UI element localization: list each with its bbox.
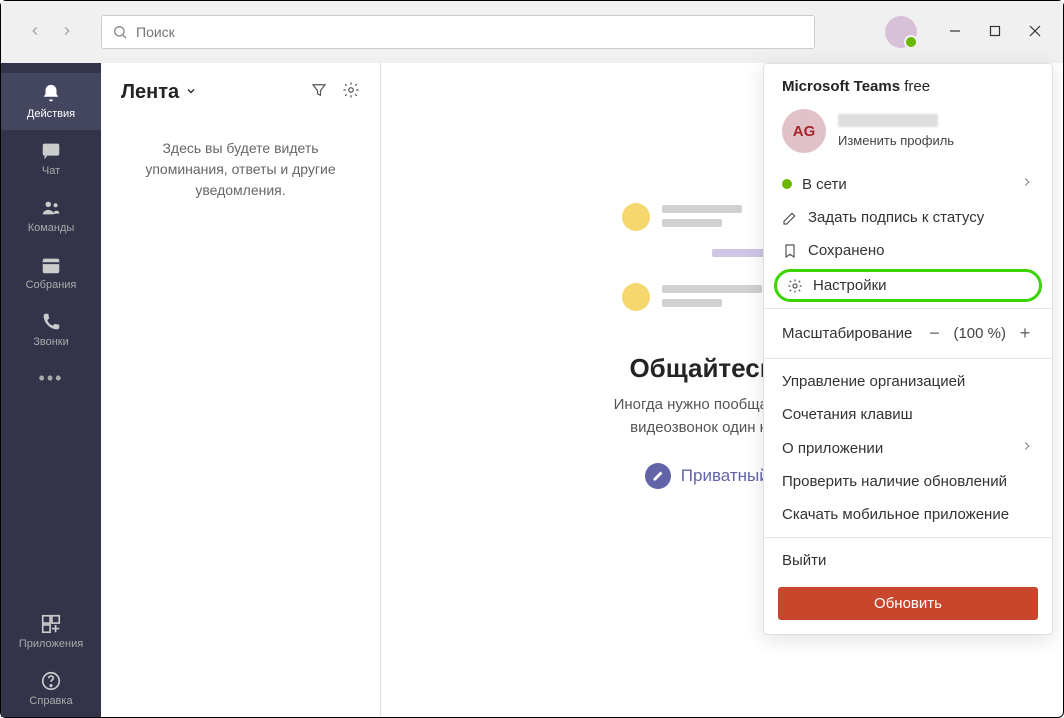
check-updates[interactable]: Проверить наличие обновлений [764,465,1052,498]
phone-icon [40,311,62,333]
bell-icon [40,83,62,105]
user-avatar-button[interactable] [885,16,917,48]
feed-title[interactable]: Лента [121,81,179,104]
presence-available-icon [782,179,792,189]
appbar-apps[interactable]: Приложения [1,603,101,660]
saved-items[interactable]: Сохранено [764,234,1052,267]
appbar-meetings[interactable]: Собрания [1,244,101,301]
feed-header: Лента [101,63,380,118]
gear-icon[interactable] [342,81,360,104]
appbar-chat[interactable]: Чат [1,130,101,187]
status-label: В сети [802,176,847,193]
nav-arrows [1,24,101,41]
appbar-label: Собрания [26,279,77,291]
search-box[interactable] [101,15,815,49]
chevron-right-icon [1020,175,1034,193]
nav-forward-icon[interactable] [60,24,74,41]
org-management[interactable]: Управление организацией [764,365,1052,398]
window-controls [937,24,1053,40]
settings-label: Настройки [813,277,887,294]
set-status-message[interactable]: Задать подпись к статусу [764,201,1052,234]
divider [764,358,1052,359]
status-online[interactable]: В сети [764,167,1052,201]
user-name-redacted [838,114,938,127]
more-icon: ••• [39,368,64,388]
saved-label: Сохранено [808,242,884,259]
feed-empty-text: Здесь вы будете видеть упоминания, ответ… [101,118,380,221]
calendar-icon [40,254,62,276]
help-icon [40,670,62,692]
apps-icon [40,613,62,635]
app-bar: Действия Чат Команды Собрания Звонки •••… [1,63,101,717]
divider [764,308,1052,309]
window-maximize-icon[interactable] [989,24,1001,40]
zoom-value: (100 %) [947,325,1012,342]
teams-icon [40,197,62,219]
feed-panel: Лента Здесь вы будете видеть упоминания,… [101,63,381,717]
appbar-calls[interactable]: Звонки [1,301,101,358]
download-mobile[interactable]: Скачать мобильное приложение [764,498,1052,531]
edit-profile-link[interactable]: Изменить профиль [838,133,954,148]
search-icon [112,24,128,40]
gear-icon [787,278,803,294]
appbar-label: Справка [29,695,72,707]
profile-dropdown: Microsoft Teams free AG Изменить профиль… [763,63,1053,635]
search-input[interactable] [136,24,804,40]
compose-icon [645,463,671,489]
settings-item[interactable]: Настройки [774,269,1042,302]
appbar-label: Действия [27,108,75,120]
bookmark-icon [782,243,798,259]
appbar-label: Чат [42,165,60,177]
keyboard-shortcuts[interactable]: Сочетания клавиш [764,398,1052,431]
window-close-icon[interactable] [1029,24,1041,40]
window-minimize-icon[interactable] [949,24,961,40]
title-bar [1,1,1063,63]
appbar-label: Звонки [33,336,69,348]
zoom-in-button[interactable]: + [1012,323,1038,344]
appbar-teams[interactable]: Команды [1,187,101,244]
zoom-label: Масштабирование [782,325,912,342]
chat-icon [40,140,62,162]
dropdown-brand: Microsoft Teams free [764,64,1052,99]
dropdown-profile-row: AG Изменить профиль [764,99,1052,167]
appbar-more[interactable]: ••• [1,358,101,399]
appbar-label: Приложения [19,638,83,650]
about-app[interactable]: О приложении [764,431,1052,465]
nav-back-icon[interactable] [28,24,42,41]
appbar-help[interactable]: Справка [1,660,101,717]
zoom-row: Масштабирование − (100 %) + [764,315,1052,352]
divider [764,537,1052,538]
sign-out[interactable]: Выйти [764,544,1052,577]
chevron-down-icon[interactable] [185,85,197,100]
appbar-label: Команды [28,222,75,234]
avatar: AG [782,109,826,153]
chevron-right-icon [1020,439,1034,457]
upgrade-button[interactable]: Обновить [778,587,1038,620]
zoom-out-button[interactable]: − [921,323,947,344]
appbar-activity[interactable]: Действия [1,73,101,130]
filter-icon[interactable] [310,81,328,104]
set-status-label: Задать подпись к статусу [808,209,984,226]
edit-icon [782,210,798,226]
